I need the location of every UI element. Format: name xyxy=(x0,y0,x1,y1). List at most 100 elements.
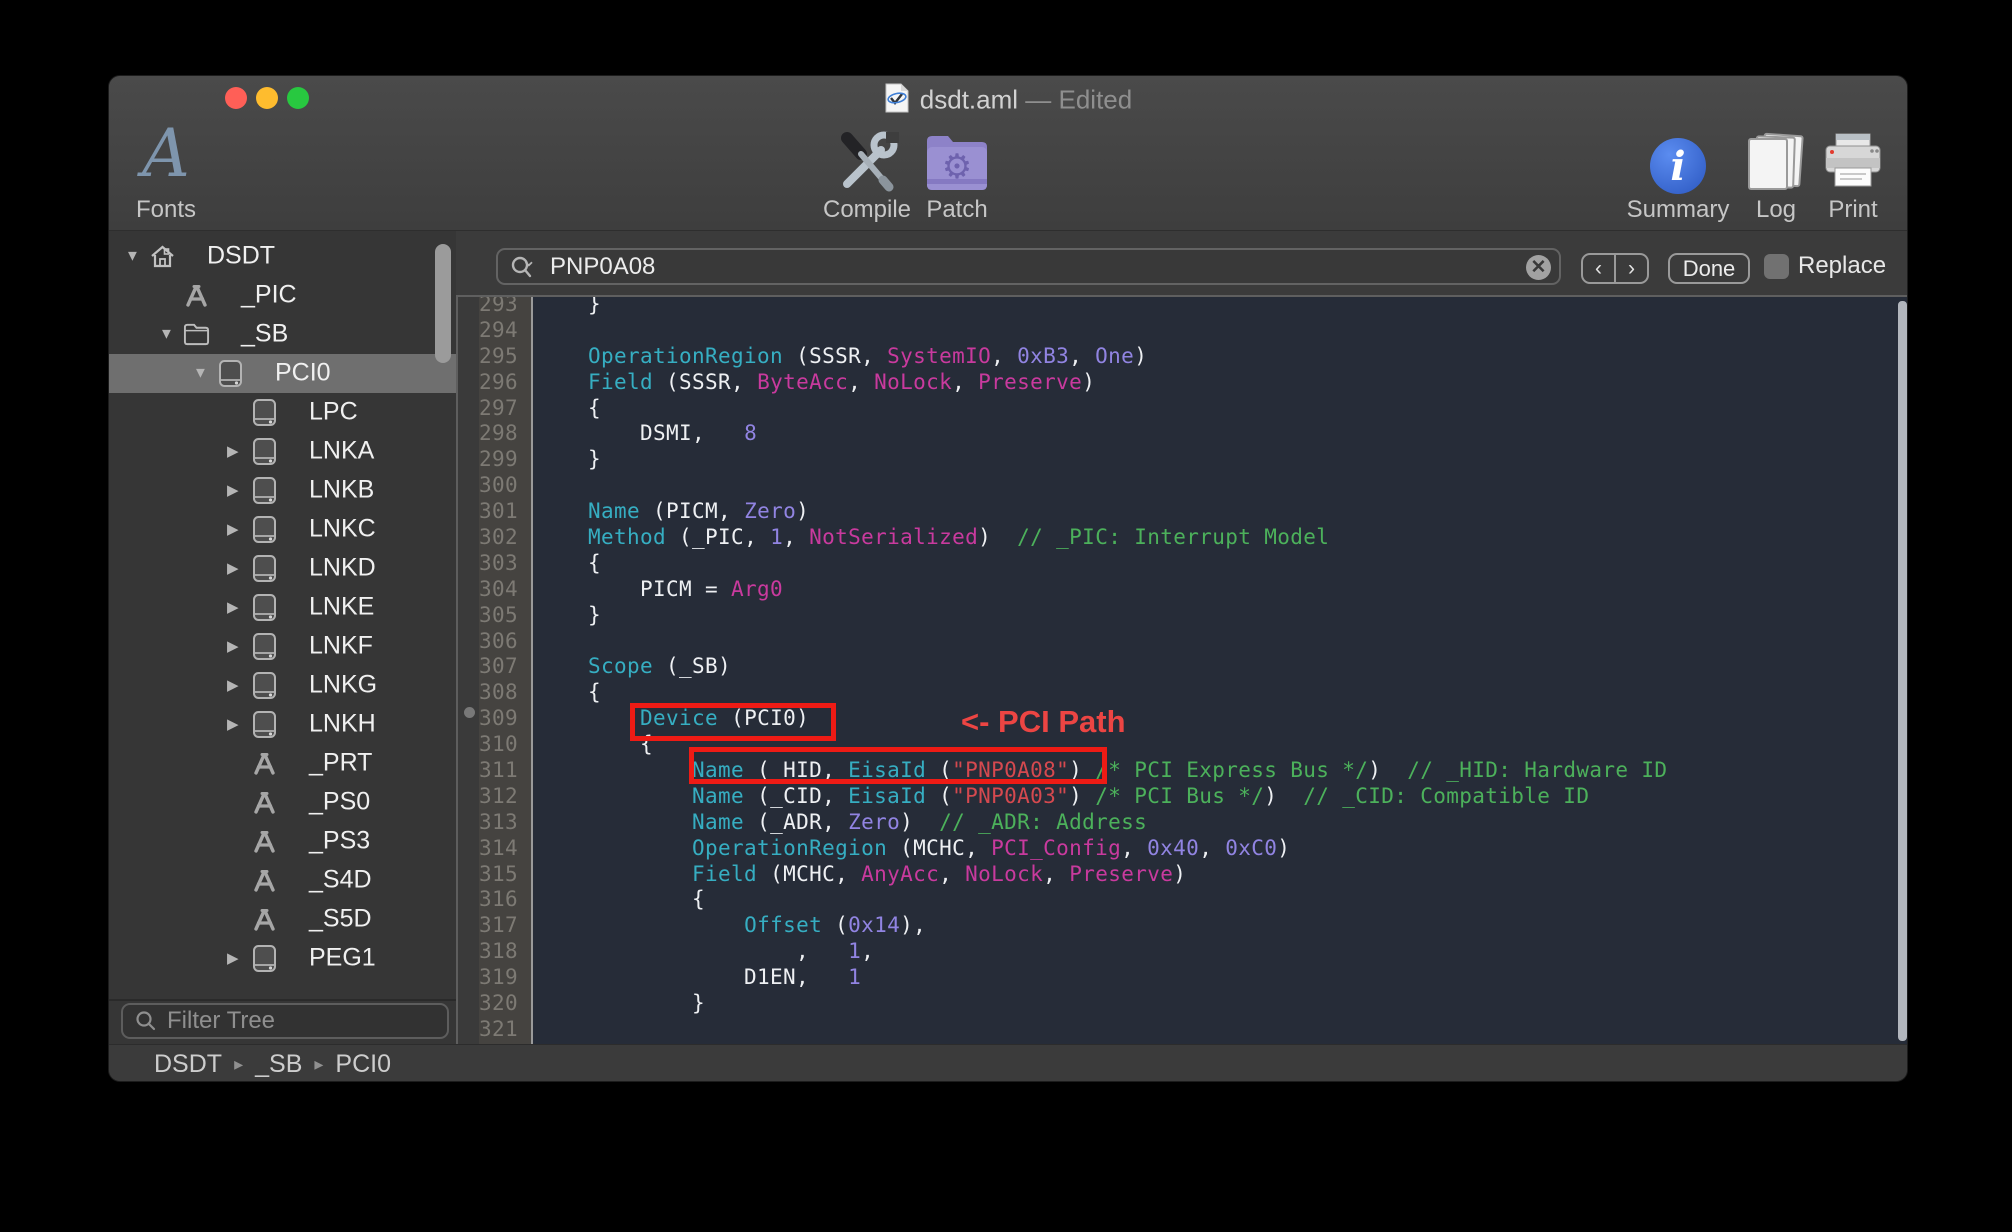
disclosure-right-icon[interactable]: ▶ xyxy=(227,676,239,694)
compile-button-label[interactable]: Compile xyxy=(823,196,911,224)
sidebar-item-lpc[interactable]: LPC xyxy=(109,393,456,432)
sidebar-item-lnkd[interactable]: ▶LNKD xyxy=(109,549,456,588)
disclosure-right-icon[interactable]: ▶ xyxy=(227,715,239,733)
breadcrumb-item-_sb[interactable]: _SB xyxy=(255,1050,302,1079)
summary-button-label[interactable]: Summary xyxy=(1627,196,1730,224)
line-number: 307 xyxy=(479,654,525,680)
disclosure-right-icon[interactable]: ▶ xyxy=(227,637,239,655)
sidebar-item-lnka[interactable]: ▶LNKA xyxy=(109,432,456,471)
disclosure-down-icon[interactable]: ▼ xyxy=(125,248,140,265)
sidebar-item-_sb[interactable]: ▼_SB xyxy=(109,315,456,354)
sidebar-item-lnkh[interactable]: ▶ LNKH xyxy=(109,705,456,744)
line-number: 299 xyxy=(479,447,525,473)
sidebar-item-lnkc[interactable]: ▶ LNKC xyxy=(109,510,456,549)
sidebar-item-_ps0[interactable]: _PS0 xyxy=(109,783,456,822)
sidebar-item-label: LNKC xyxy=(309,515,376,544)
sidebar-scrollbar-thumb[interactable] xyxy=(435,244,451,363)
sidebar-item-_ps3[interactable]: _PS3 xyxy=(109,822,456,861)
clear-search-button[interactable]: ✕ xyxy=(1526,255,1551,280)
folder-icon xyxy=(183,319,210,349)
code-token: , xyxy=(1043,862,1069,886)
disclosure-down-icon[interactable]: ▼ xyxy=(159,326,174,343)
log-icon[interactable] xyxy=(1746,134,1806,194)
line-number: 309 xyxy=(479,706,525,732)
sidebar-item-lnke[interactable]: ▶ LNKE xyxy=(109,588,456,627)
code-token: (_SB) xyxy=(653,654,731,678)
disclosure-right-icon[interactable]: ▶ xyxy=(227,559,239,577)
code-token: (_CID, xyxy=(744,784,848,808)
code-line-294: 294 xyxy=(479,318,1908,344)
code-token: NotSerialized xyxy=(809,525,978,549)
code-token: /* PCI Express Bus */ xyxy=(1095,758,1368,782)
breadcrumb-separator-icon: ▸ xyxy=(234,1054,243,1075)
code-editor[interactable]: 293 }294295 OperationRegion (SSSR, Syste… xyxy=(479,297,1908,1044)
breadcrumb-item-pci0[interactable]: PCI0 xyxy=(335,1050,391,1079)
find-previous-button[interactable]: ‹ xyxy=(1583,255,1616,282)
sidebar-item-_prt[interactable]: _PRT xyxy=(109,744,456,783)
summary-icon[interactable]: i xyxy=(1650,138,1706,194)
toolbar: dsdt.aml — Edited A Fonts Compile ⚙ xyxy=(109,76,1907,231)
print-icon[interactable] xyxy=(1822,132,1884,199)
app-window: dsdt.aml — Edited A Fonts Compile ⚙ xyxy=(108,75,1908,1082)
patch-icon[interactable]: ⚙ xyxy=(924,131,990,198)
sidebar-item-_s4d[interactable]: _S4D xyxy=(109,861,456,900)
log-button-label[interactable]: Log xyxy=(1756,196,1796,224)
breadcrumb-item-dsdt[interactable]: DSDT xyxy=(154,1050,222,1079)
sidebar-item-lnkb[interactable]: ▶LNKB xyxy=(109,471,456,510)
sidebar-item-label: _PS0 xyxy=(309,788,370,817)
code-token: 1 xyxy=(848,965,861,989)
sidebar-item-lnkg[interactable]: ▶ LNKG xyxy=(109,666,456,705)
pane-splitter[interactable] xyxy=(456,297,479,1044)
device-icon xyxy=(251,553,278,583)
sidebar-item-_s5d[interactable]: _S5D xyxy=(109,900,456,939)
code-token: } xyxy=(536,447,601,471)
code-token: } xyxy=(536,991,705,1015)
code-text: } xyxy=(536,603,601,629)
code-token: EisaId xyxy=(848,784,926,808)
code-line-302: 302 Method (_PIC, 1, NotSerialized) // _… xyxy=(479,525,1908,551)
sidebar-item-dsdt[interactable]: ▼DSDT xyxy=(109,237,456,276)
code-token xyxy=(536,344,588,368)
code-token xyxy=(536,913,744,937)
code-token: , xyxy=(783,525,809,549)
find-bar: PNP0A08 ✕ ‹ › Done Replace xyxy=(456,231,1908,297)
code-content: 293 }294295 OperationRegion (SSSR, Syste… xyxy=(479,297,1908,1043)
disclosure-right-icon[interactable]: ▶ xyxy=(227,949,239,967)
editor-scrollbar-thumb[interactable] xyxy=(1898,301,1907,1041)
code-token: 8 xyxy=(744,421,757,445)
find-next-button[interactable]: › xyxy=(1616,255,1647,282)
code-text: { xyxy=(536,680,601,706)
filter-tree-input[interactable]: Filter Tree xyxy=(121,1003,449,1039)
sidebar-item-label: _PRT xyxy=(309,749,372,778)
window-title: dsdt.aml — Edited xyxy=(109,82,1907,116)
code-token: (MCHC, xyxy=(887,836,991,860)
code-token: , xyxy=(861,939,874,963)
sidebar-item-_pic[interactable]: _PIC xyxy=(109,276,456,315)
disclosure-right-icon[interactable]: ▶ xyxy=(227,598,239,616)
search-input[interactable]: PNP0A08 ✕ xyxy=(496,248,1561,285)
disclosure-right-icon[interactable]: ▶ xyxy=(227,481,239,499)
patch-button-label[interactable]: Patch xyxy=(926,196,987,224)
code-token: // _HID: Hardware ID xyxy=(1407,758,1667,782)
code-token: (SSSR, xyxy=(653,370,757,394)
breadcrumb: DSDT▸_SB▸PCI0 xyxy=(109,1044,1907,1082)
fonts-button-label[interactable]: Fonts xyxy=(136,196,196,224)
done-button[interactable]: Done xyxy=(1668,253,1750,284)
sidebar-item-lnkf[interactable]: ▶LNKF xyxy=(109,627,456,666)
replace-checkbox[interactable] xyxy=(1764,254,1789,279)
search-value: PNP0A08 xyxy=(550,253,655,281)
sidebar-item-label: LNKG xyxy=(309,671,377,700)
compile-icon[interactable] xyxy=(831,128,903,201)
code-token: , xyxy=(848,370,874,394)
replace-checkbox-label[interactable]: Replace xyxy=(1798,252,1886,280)
sidebar-item-label: LNKH xyxy=(309,710,376,739)
sidebar-item-peg1[interactable]: ▶PEG1 xyxy=(109,939,456,978)
code-token: { xyxy=(536,680,601,704)
code-token: PICM = xyxy=(536,577,731,601)
sidebar-item-label: LNKE xyxy=(309,593,374,622)
disclosure-right-icon[interactable]: ▶ xyxy=(227,442,239,460)
print-button-label[interactable]: Print xyxy=(1828,196,1877,224)
disclosure-right-icon[interactable]: ▶ xyxy=(227,520,239,538)
sidebar-item-pci0[interactable]: ▼PCI0 xyxy=(109,354,456,393)
disclosure-down-icon[interactable]: ▼ xyxy=(193,365,208,382)
